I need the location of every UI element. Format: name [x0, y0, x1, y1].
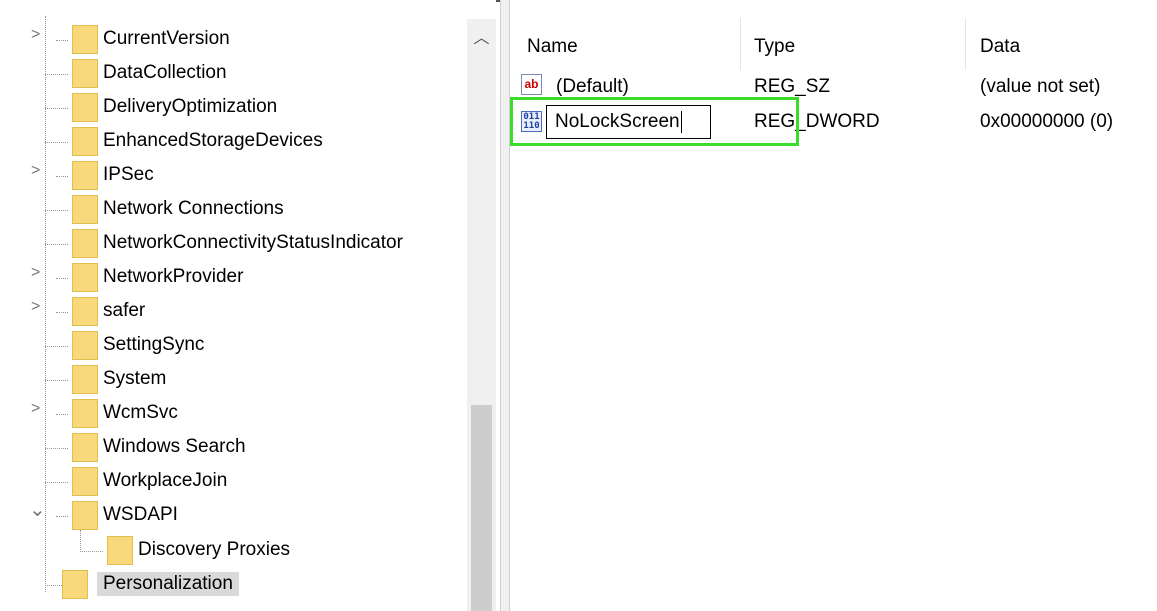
tree-item-enhancedstoragedevices[interactable]: EnhancedStorageDevices — [0, 125, 470, 159]
folder-icon — [72, 25, 98, 54]
tree-item-label: CurrentVersion — [103, 28, 230, 49]
folder-icon — [72, 365, 98, 394]
chevron-right-icon[interactable]: > — [31, 26, 40, 44]
tree-branch — [56, 312, 68, 313]
tree-branch — [56, 516, 68, 517]
tree-item-label: Discovery Proxies — [138, 539, 291, 560]
tree-item-networkprovider[interactable]: > NetworkProvider — [0, 261, 470, 295]
tree-branch — [45, 448, 68, 449]
tree-item-workplacejoin[interactable]: WorkplaceJoin — [0, 465, 470, 499]
registry-tree-pane[interactable]: > CurrentVersion DataCollection Delivery… — [0, 0, 496, 611]
chevron-up-icon[interactable]: ︿ — [467, 19, 496, 53]
chevron-right-icon[interactable]: > — [31, 264, 40, 282]
tree-item-label: WcmSvc — [103, 402, 178, 423]
tree-item-windows-search[interactable]: Windows Search — [0, 431, 470, 465]
string-value-icon: ab — [521, 74, 542, 95]
tree-item-label: DeliveryOptimization — [103, 96, 278, 117]
pane-splitter[interactable] — [500, 0, 510, 611]
chevron-right-icon[interactable]: > — [31, 298, 40, 316]
tree-item-label: Windows Search — [103, 436, 246, 457]
tree-item-ipsec[interactable]: > IPSec — [0, 159, 470, 193]
folder-icon — [72, 501, 98, 530]
folder-icon — [107, 536, 133, 565]
folder-icon — [72, 195, 98, 224]
tree-item-wcmsvc[interactable]: > WcmSvc — [0, 397, 470, 431]
tree-branch — [56, 176, 68, 177]
tree-item-label: EnhancedStorageDevices — [103, 130, 323, 151]
tree-item-label: Network Connections — [103, 198, 284, 219]
tree-item-safer[interactable]: > safer — [0, 295, 470, 329]
tree-item-label-selected: Personalization — [97, 572, 239, 596]
chevron-right-icon[interactable]: > — [31, 162, 40, 180]
folder-icon — [72, 331, 98, 360]
tree-branch — [45, 380, 68, 381]
tree-branch — [45, 142, 68, 143]
value-data: 0x00000000 (0) — [980, 111, 1114, 132]
tree-item-system[interactable]: System — [0, 363, 470, 397]
tree-item-discovery-proxies[interactable]: Discovery Proxies — [0, 534, 470, 568]
folder-icon — [72, 93, 98, 122]
folder-icon — [72, 229, 98, 258]
tree-item-label: System — [103, 368, 167, 389]
tree-item-networkconnectivitystatusindicator[interactable]: NetworkConnectivityStatusIndicator — [0, 227, 470, 261]
folder-icon — [72, 59, 98, 88]
highlight-box — [510, 97, 799, 146]
tree-branch — [56, 414, 68, 415]
tree-scrollbar[interactable]: ︿ — [467, 19, 496, 611]
tree-branch — [45, 346, 68, 347]
folder-icon — [72, 263, 98, 292]
column-header-data[interactable]: Data — [980, 32, 1020, 62]
tree-item-label: IPSec — [103, 164, 154, 185]
column-header-type[interactable]: Type — [754, 32, 795, 62]
folder-icon — [72, 161, 98, 190]
tree-item-label: NetworkProvider — [103, 266, 244, 287]
folder-icon — [72, 467, 98, 496]
folder-icon — [62, 570, 88, 599]
column-separator[interactable] — [965, 18, 966, 70]
tree-item-label: DataCollection — [103, 62, 227, 83]
tree-branch — [45, 244, 68, 245]
tree-item-label: WorkplaceJoin — [103, 470, 228, 491]
tree-branch — [56, 40, 68, 41]
folder-icon — [72, 127, 98, 156]
tree-item-personalization[interactable]: Personalization — [0, 568, 470, 602]
tree-branch — [45, 210, 68, 211]
tree-item-label: safer — [103, 300, 146, 321]
tree-item-settingsync[interactable]: SettingSync — [0, 329, 470, 363]
tree-branch — [45, 482, 68, 483]
column-header-name[interactable]: Name — [527, 32, 578, 62]
value-data: (value not set) — [980, 76, 1101, 97]
tree-branch — [45, 108, 68, 109]
chevron-down-icon[interactable]: ⌄ — [29, 497, 46, 522]
scrollbar-thumb[interactable] — [471, 405, 492, 611]
tree-item-label: WSDAPI — [103, 504, 178, 525]
tree-item-label: SettingSync — [103, 334, 205, 355]
tree-branch — [45, 74, 68, 75]
tree-item-label: NetworkConnectivityStatusIndicator — [103, 232, 403, 253]
tree-branch — [80, 551, 103, 552]
tree-item-deliveryoptimization[interactable]: DeliveryOptimization — [0, 91, 470, 125]
tree-item-datacollection[interactable]: DataCollection — [0, 57, 470, 91]
tree-branch — [56, 278, 68, 279]
chevron-right-icon[interactable]: > — [31, 400, 40, 418]
folder-icon — [72, 297, 98, 326]
tree-item-wsdapi[interactable]: ⌄ WSDAPI — [0, 499, 470, 533]
column-separator[interactable] — [740, 18, 741, 70]
tree-item-network-connections[interactable]: Network Connections — [0, 193, 470, 227]
tree-item-currentversion[interactable]: > CurrentVersion — [0, 23, 470, 57]
folder-icon — [72, 399, 98, 428]
registry-editor-window: > CurrentVersion DataCollection Delivery… — [0, 0, 1157, 611]
folder-icon — [72, 433, 98, 462]
